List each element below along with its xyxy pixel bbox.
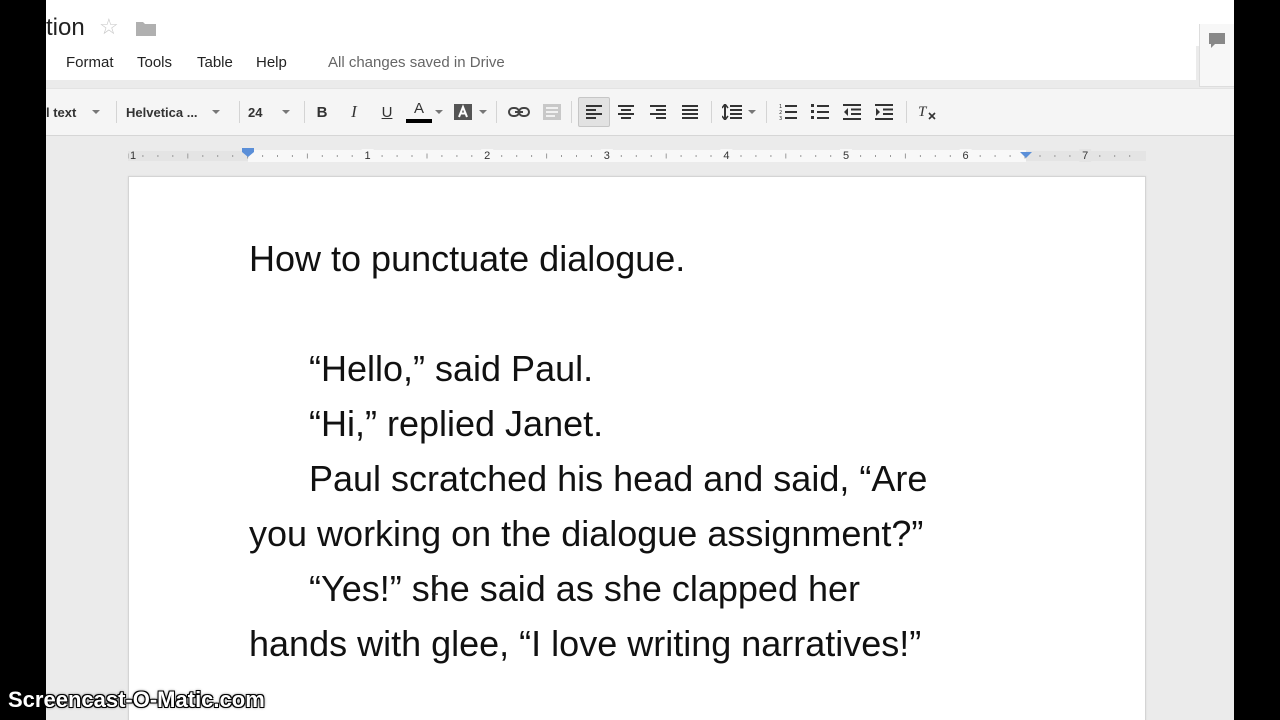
align-center-icon — [618, 105, 634, 119]
ruler-label: 3 — [604, 150, 610, 162]
numbered-list-button[interactable]: 123 — [775, 97, 801, 127]
chevron-down-icon — [211, 110, 220, 114]
paragraph-style-select[interactable]: l text — [46, 97, 108, 127]
link-icon — [508, 107, 530, 117]
bold-button[interactable]: B — [310, 97, 334, 127]
chevron-down-icon — [282, 110, 291, 114]
ruler[interactable]: 1 1 2 3 4 5 6 7 — [128, 145, 1146, 165]
chevron-down-icon — [479, 110, 487, 114]
i-beam-cursor-icon — [432, 575, 438, 595]
toolbar-divider — [239, 101, 240, 123]
ruler-label: 1 — [365, 150, 371, 162]
document-page[interactable]: How to punctuate dialogue. “Hello,” said… — [128, 176, 1146, 720]
document-line[interactable]: hands with glee, “I love writing narrati… — [249, 624, 921, 664]
document-heading[interactable]: How to punctuate dialogue. — [249, 239, 685, 279]
comment-icon — [1209, 33, 1225, 48]
clear-formatting-icon: T — [918, 104, 936, 120]
title-bar: tion ☆ — [46, 0, 1234, 46]
toolbar-divider — [496, 101, 497, 123]
document-title[interactable]: tion — [46, 14, 85, 42]
font-family-label: Helvetica ... — [126, 104, 198, 120]
insert-link-button[interactable] — [505, 97, 533, 127]
menu-format[interactable]: Format — [66, 54, 114, 72]
highlight-icon — [454, 104, 472, 120]
justify-button[interactable] — [677, 97, 703, 127]
star-icon[interactable]: ☆ — [99, 16, 119, 38]
align-center-button[interactable] — [613, 97, 639, 127]
svg-text:3: 3 — [779, 116, 782, 120]
menu-bar: Format Tools Table Help All changes save… — [46, 46, 1196, 80]
screencast-watermark: Screencast-O-Matic.com — [8, 687, 265, 712]
chevron-down-icon — [748, 110, 756, 114]
document-line[interactable]: “Yes!” she said as she clapped her — [309, 569, 860, 609]
toolbar-divider — [766, 101, 767, 123]
align-left-button[interactable] — [578, 97, 610, 127]
paragraph-style-label: l text — [46, 104, 77, 120]
font-size-label: 24 — [248, 104, 263, 120]
increase-indent-button[interactable] — [871, 97, 897, 127]
increase-indent-icon — [875, 104, 893, 120]
line-spacing-icon — [722, 104, 742, 120]
text-color-dropdown[interactable] — [434, 97, 444, 127]
insert-comment-button[interactable] — [539, 97, 565, 127]
chevron-down-icon — [92, 110, 101, 114]
bulleted-list-button[interactable] — [807, 97, 833, 127]
formatting-toolbar: l text Helvetica ... 24 B I U A 1 2 3 T — [46, 88, 1234, 136]
toolbar-divider — [304, 101, 305, 123]
folder-icon[interactable] — [136, 20, 156, 36]
ruler-label: 2 — [484, 150, 490, 162]
menu-table[interactable]: Table — [197, 54, 233, 72]
highlight-color-button[interactable] — [450, 97, 476, 127]
highlight-color-dropdown[interactable] — [478, 97, 488, 127]
font-size-select[interactable]: 24 — [248, 97, 298, 127]
ruler-label: 6 — [963, 150, 969, 162]
document-line[interactable]: “Hi,” replied Janet. — [309, 404, 603, 444]
chevron-down-icon — [435, 110, 443, 114]
document-line[interactable]: “Hello,” said Paul. — [309, 349, 593, 389]
clear-formatting-button[interactable]: T — [914, 97, 940, 127]
document-line[interactable]: Paul scratched his head and said, “Are — [309, 459, 927, 499]
ruler-label: 7 — [1082, 150, 1088, 162]
text-color-button[interactable]: A — [404, 97, 434, 127]
ruler-label: 5 — [843, 150, 849, 162]
align-left-icon — [586, 105, 602, 119]
numbered-list-icon: 123 — [779, 104, 797, 120]
save-status: All changes saved in Drive — [328, 54, 505, 71]
menu-tools[interactable]: Tools — [137, 54, 172, 72]
toolbar-divider — [906, 101, 907, 123]
comments-button[interactable] — [1199, 24, 1234, 87]
italic-button[interactable]: I — [342, 97, 366, 127]
ruler-scale: 1 1 2 3 4 5 6 7 — [128, 148, 1146, 162]
decrease-indent-icon — [843, 104, 861, 120]
text-color-swatch — [406, 119, 432, 123]
docs-app: tion ☆ Format Tools Table Help All chang… — [46, 0, 1234, 720]
toolbar-divider — [711, 101, 712, 123]
align-right-button[interactable] — [645, 97, 671, 127]
bulleted-list-icon — [811, 104, 829, 119]
document-line[interactable]: you working on the dialogue assignment?” — [249, 514, 923, 554]
align-right-icon — [650, 105, 666, 119]
font-family-select[interactable]: Helvetica ... — [126, 97, 236, 127]
line-spacing-button[interactable] — [719, 97, 759, 127]
toolbar-divider — [116, 101, 117, 123]
toolbar-divider — [571, 101, 572, 123]
comment-box-icon — [543, 104, 561, 120]
text-color-label: A — [413, 100, 424, 117]
decrease-indent-button[interactable] — [839, 97, 865, 127]
ruler-label: 4 — [723, 150, 729, 162]
align-justify-icon — [682, 105, 698, 119]
underline-button[interactable]: U — [375, 97, 399, 127]
ruler-label: 1 — [130, 150, 136, 162]
menu-help[interactable]: Help — [256, 54, 287, 72]
svg-text:T: T — [918, 104, 928, 120]
